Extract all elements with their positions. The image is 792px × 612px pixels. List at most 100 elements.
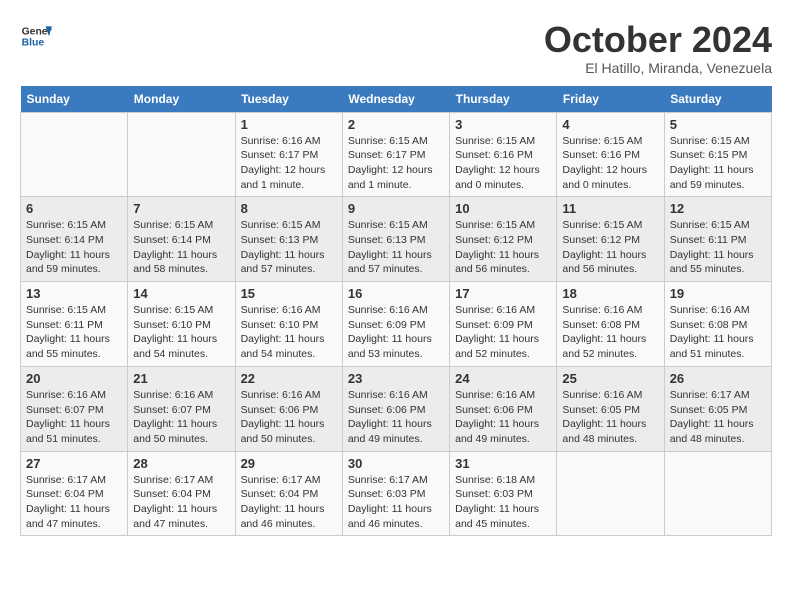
calendar-cell: 21Sunrise: 6:16 AM Sunset: 6:07 PM Dayli… <box>128 366 235 451</box>
calendar-cell: 26 Sunrise: 6:17 AM Sunset: 6:05 PM Dayli… <box>664 366 771 451</box>
day-number: 23 <box>348 371 444 386</box>
calendar-cell: 13 Sunrise: 6:15 AM Sunset: 6:11 PM Dayli… <box>21 282 128 367</box>
calendar-cell: 14Sunrise: 6:15 AM Sunset: 6:10 PM Dayli… <box>128 282 235 367</box>
calendar-cell: 12 Sunrise: 6:15 AM Sunset: 6:11 PM Dayli… <box>664 197 771 282</box>
calendar-week-row: 6Sunrise: 6:15 AM Sunset: 6:14 PM Daylig… <box>21 197 772 282</box>
day-number: 12 <box>670 201 766 216</box>
day-number: 26 <box>670 371 766 386</box>
calendar-cell: 18 Sunrise: 6:16 AM Sunset: 6:08 PM Dayli… <box>557 282 664 367</box>
svg-text:Blue: Blue <box>22 38 45 49</box>
day-number: 9 <box>348 201 444 216</box>
day-number: 30 <box>348 456 444 471</box>
day-number: 11 <box>562 201 658 216</box>
calendar-cell: 4 Sunrise: 6:15 AM Sunset: 6:16 PM Daylig… <box>557 112 664 197</box>
calendar-cell: 15Sunrise: 6:16 AM Sunset: 6:10 PM Dayli… <box>235 282 342 367</box>
day-info: Sunrise: 6:17 AM Sunset: 6:04 PM Dayligh… <box>241 473 337 532</box>
day-number: 29 <box>241 456 337 471</box>
day-info: Sunrise: 6:15 AM Sunset: 6:13 PM Dayligh… <box>348 218 444 277</box>
calendar-cell <box>128 112 235 197</box>
day-info: Sunrise: 6:17 AM Sunset: 6:05 PM Dayligh… <box>670 388 766 447</box>
day-info: Sunrise: 6:15 AM Sunset: 6:15 PM Dayligh… <box>670 134 766 193</box>
day-info: Sunrise: 6:16 AM Sunset: 6:06 PM Dayligh… <box>348 388 444 447</box>
day-number: 14 <box>133 286 229 301</box>
calendar-cell: 10 Sunrise: 6:15 AM Sunset: 6:12 PM Dayli… <box>450 197 557 282</box>
day-number: 19 <box>670 286 766 301</box>
day-info: Sunrise: 6:17 AM Sunset: 6:03 PM Dayligh… <box>348 473 444 532</box>
day-info: Sunrise: 6:15 AM Sunset: 6:16 PM Dayligh… <box>562 134 658 193</box>
calendar-week-row: 13 Sunrise: 6:15 AM Sunset: 6:11 PM Dayli… <box>21 282 772 367</box>
day-number: 8 <box>241 201 337 216</box>
calendar-cell: 22 Sunrise: 6:16 AM Sunset: 6:06 PM Dayli… <box>235 366 342 451</box>
calendar-cell: 6Sunrise: 6:15 AM Sunset: 6:14 PM Daylig… <box>21 197 128 282</box>
day-number: 18 <box>562 286 658 301</box>
calendar-cell: 9 Sunrise: 6:15 AM Sunset: 6:13 PM Daylig… <box>342 197 449 282</box>
weekday-header: Thursday <box>450 86 557 113</box>
calendar-cell: 29 Sunrise: 6:17 AM Sunset: 6:04 PM Dayli… <box>235 451 342 536</box>
day-info: Sunrise: 6:15 AM Sunset: 6:11 PM Dayligh… <box>670 218 766 277</box>
weekday-header: Friday <box>557 86 664 113</box>
day-number: 28 <box>133 456 229 471</box>
calendar-cell: 17Sunrise: 6:16 AM Sunset: 6:09 PM Dayli… <box>450 282 557 367</box>
day-info: Sunrise: 6:16 AM Sunset: 6:10 PM Dayligh… <box>241 303 337 362</box>
day-info: Sunrise: 6:16 AM Sunset: 6:06 PM Dayligh… <box>241 388 337 447</box>
day-info: Sunrise: 6:15 AM Sunset: 6:12 PM Dayligh… <box>455 218 551 277</box>
day-number: 4 <box>562 117 658 132</box>
calendar-cell: 1 Sunrise: 6:16 AM Sunset: 6:17 PM Daylig… <box>235 112 342 197</box>
calendar-week-row: 20 Sunrise: 6:16 AM Sunset: 6:07 PM Dayli… <box>21 366 772 451</box>
day-info: Sunrise: 6:16 AM Sunset: 6:09 PM Dayligh… <box>348 303 444 362</box>
day-info: Sunrise: 6:16 AM Sunset: 6:05 PM Dayligh… <box>562 388 658 447</box>
calendar-cell: 28 Sunrise: 6:17 AM Sunset: 6:04 PM Dayli… <box>128 451 235 536</box>
logo-icon: General Blue <box>20 20 52 52</box>
calendar-cell: 20 Sunrise: 6:16 AM Sunset: 6:07 PM Dayli… <box>21 366 128 451</box>
day-info: Sunrise: 6:16 AM Sunset: 6:06 PM Dayligh… <box>455 388 551 447</box>
day-info: Sunrise: 6:17 AM Sunset: 6:04 PM Dayligh… <box>26 473 122 532</box>
calendar-cell: 19 Sunrise: 6:16 AM Sunset: 6:08 PM Dayli… <box>664 282 771 367</box>
weekday-header: Saturday <box>664 86 771 113</box>
logo: General Blue <box>20 20 52 52</box>
calendar-header-row: SundayMondayTuesdayWednesdayThursdayFrid… <box>21 86 772 113</box>
day-number: 7 <box>133 201 229 216</box>
day-number: 5 <box>670 117 766 132</box>
title-section: October 2024 El Hatillo, Miranda, Venezu… <box>544 20 772 76</box>
calendar-cell <box>664 451 771 536</box>
day-number: 24 <box>455 371 551 386</box>
day-info: Sunrise: 6:15 AM Sunset: 6:16 PM Dayligh… <box>455 134 551 193</box>
day-number: 1 <box>241 117 337 132</box>
calendar-cell: 23 Sunrise: 6:16 AM Sunset: 6:06 PM Dayli… <box>342 366 449 451</box>
day-info: Sunrise: 6:16 AM Sunset: 6:08 PM Dayligh… <box>670 303 766 362</box>
day-number: 10 <box>455 201 551 216</box>
calendar-cell: 3Sunrise: 6:15 AM Sunset: 6:16 PM Daylig… <box>450 112 557 197</box>
weekday-header: Sunday <box>21 86 128 113</box>
day-info: Sunrise: 6:15 AM Sunset: 6:11 PM Dayligh… <box>26 303 122 362</box>
day-number: 31 <box>455 456 551 471</box>
day-info: Sunrise: 6:16 AM Sunset: 6:07 PM Dayligh… <box>26 388 122 447</box>
month-title: October 2024 <box>544 20 772 60</box>
day-number: 22 <box>241 371 337 386</box>
day-info: Sunrise: 6:16 AM Sunset: 6:17 PM Dayligh… <box>241 134 337 193</box>
calendar-week-row: 1 Sunrise: 6:16 AM Sunset: 6:17 PM Daylig… <box>21 112 772 197</box>
day-info: Sunrise: 6:17 AM Sunset: 6:04 PM Dayligh… <box>133 473 229 532</box>
day-number: 20 <box>26 371 122 386</box>
day-info: Sunrise: 6:15 AM Sunset: 6:17 PM Dayligh… <box>348 134 444 193</box>
day-info: Sunrise: 6:15 AM Sunset: 6:14 PM Dayligh… <box>133 218 229 277</box>
calendar-cell: 27 Sunrise: 6:17 AM Sunset: 6:04 PM Dayli… <box>21 451 128 536</box>
day-info: Sunrise: 6:16 AM Sunset: 6:08 PM Dayligh… <box>562 303 658 362</box>
calendar-cell: 2 Sunrise: 6:15 AM Sunset: 6:17 PM Daylig… <box>342 112 449 197</box>
calendar-cell: 24 Sunrise: 6:16 AM Sunset: 6:06 PM Dayli… <box>450 366 557 451</box>
calendar-cell: 31 Sunrise: 6:18 AM Sunset: 6:03 PM Dayli… <box>450 451 557 536</box>
day-number: 2 <box>348 117 444 132</box>
page-header: General Blue October 2024 El Hatillo, Mi… <box>20 20 772 76</box>
weekday-header: Tuesday <box>235 86 342 113</box>
day-number: 25 <box>562 371 658 386</box>
day-info: Sunrise: 6:18 AM Sunset: 6:03 PM Dayligh… <box>455 473 551 532</box>
calendar-week-row: 27 Sunrise: 6:17 AM Sunset: 6:04 PM Dayli… <box>21 451 772 536</box>
day-number: 17 <box>455 286 551 301</box>
day-info: Sunrise: 6:16 AM Sunset: 6:07 PM Dayligh… <box>133 388 229 447</box>
calendar-cell: 16Sunrise: 6:16 AM Sunset: 6:09 PM Dayli… <box>342 282 449 367</box>
day-info: Sunrise: 6:15 AM Sunset: 6:13 PM Dayligh… <box>241 218 337 277</box>
day-number: 27 <box>26 456 122 471</box>
calendar-cell: 8 Sunrise: 6:15 AM Sunset: 6:13 PM Daylig… <box>235 197 342 282</box>
calendar-cell: 11Sunrise: 6:15 AM Sunset: 6:12 PM Dayli… <box>557 197 664 282</box>
calendar-cell: 5 Sunrise: 6:15 AM Sunset: 6:15 PM Daylig… <box>664 112 771 197</box>
day-number: 13 <box>26 286 122 301</box>
